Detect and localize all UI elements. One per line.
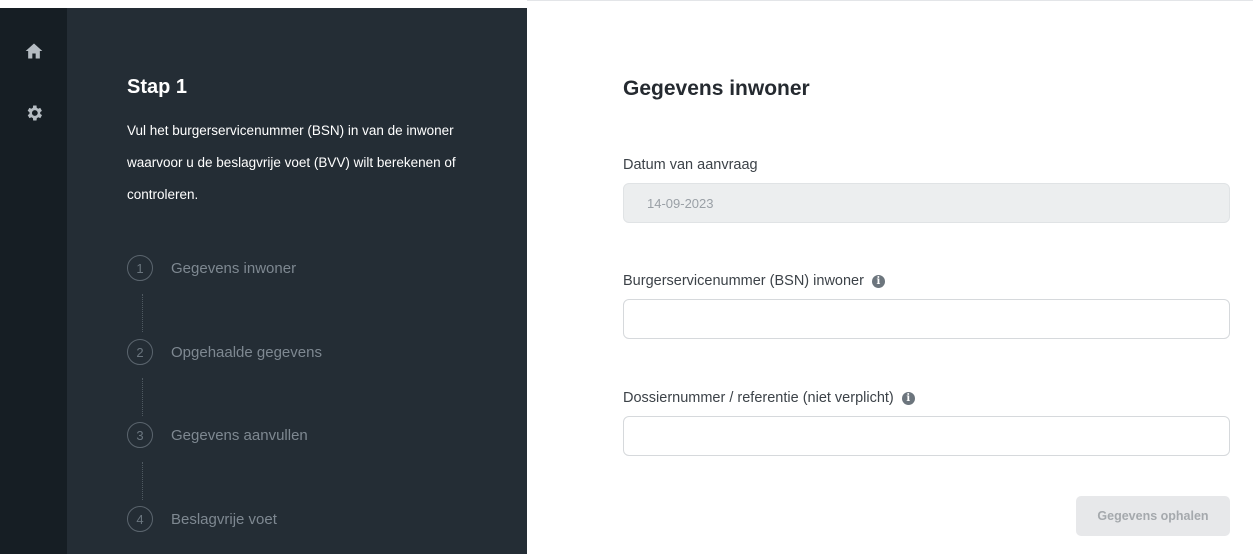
- dossier-input[interactable]: [623, 416, 1230, 456]
- dossier-label-row: Dossiernummer / referentie (niet verplic…: [623, 390, 915, 406]
- step-number: 3: [127, 422, 153, 448]
- step-connector: [142, 462, 143, 500]
- step-connector: [142, 294, 143, 332]
- step-item-2: 2 Opgehaalde gegevens: [127, 338, 322, 366]
- bsn-input[interactable]: [623, 299, 1230, 339]
- step-label: Gegevens inwoner: [171, 259, 297, 277]
- date-label: Datum van aanvraag: [623, 157, 758, 173]
- gear-icon[interactable]: [23, 102, 45, 124]
- step-label: Gegevens aanvullen: [171, 426, 308, 444]
- icon-rail: [0, 8, 67, 554]
- step-number: 4: [127, 506, 153, 532]
- step-number: 1: [127, 255, 153, 281]
- info-icon[interactable]: i: [871, 274, 885, 288]
- bsn-label-row: Burgerservicenummer (BSN) inwoner i: [623, 273, 885, 289]
- step-description: Vul het burgerservicenummer (BSN) in van…: [127, 123, 456, 202]
- step-item-1: 1 Gegevens inwoner: [127, 254, 296, 282]
- step-item-3: 3 Gegevens aanvullen: [127, 421, 308, 449]
- step-connector: [142, 378, 143, 416]
- info-icon[interactable]: i: [901, 391, 915, 405]
- main-form-area: Gegevens inwoner Datum van aanvraag 14-0…: [527, 0, 1253, 554]
- step-item-4: 4 Beslagvrije voet: [127, 505, 277, 533]
- step-title: Stap 1: [127, 76, 188, 98]
- bsn-label: Burgerservicenummer (BSN) inwoner: [623, 273, 864, 289]
- fetch-data-button[interactable]: Gegevens ophalen: [1076, 496, 1230, 536]
- steps-panel: Stap 1 Vul het burgerservicenummer (BSN)…: [67, 8, 527, 554]
- date-field: 14-09-2023: [623, 183, 1230, 223]
- dossier-label: Dossiernummer / referentie (niet verplic…: [623, 390, 894, 406]
- home-icon[interactable]: [23, 40, 45, 62]
- step-label: Opgehaalde gegevens: [171, 343, 322, 361]
- step-number: 2: [127, 339, 153, 365]
- form-title: Gegevens inwoner: [623, 77, 810, 100]
- step-label: Beslagvrije voet: [171, 510, 277, 528]
